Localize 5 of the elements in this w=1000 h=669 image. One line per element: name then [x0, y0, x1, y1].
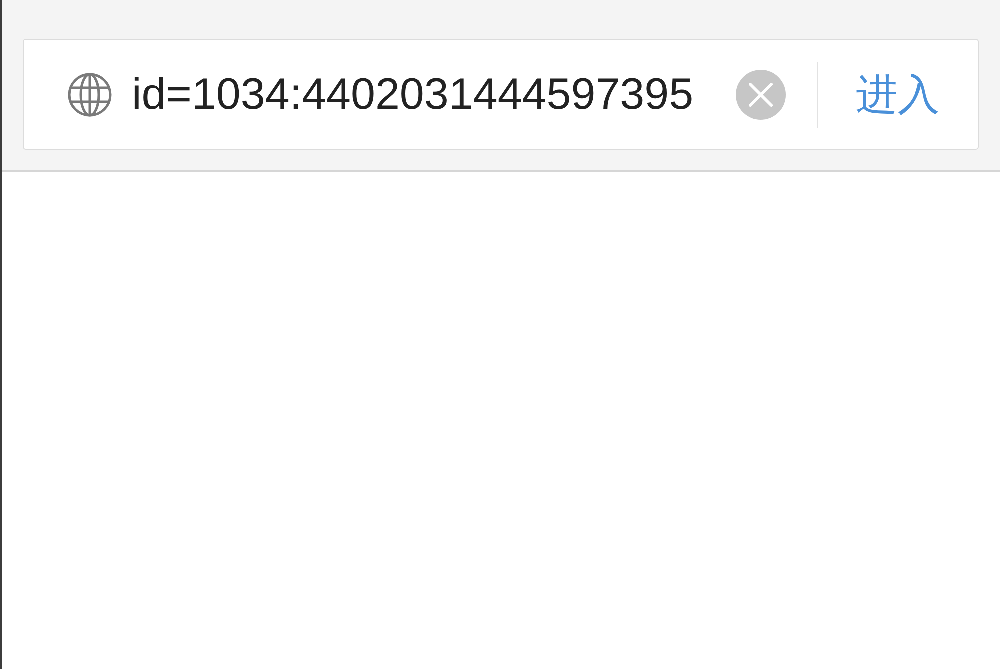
url-input[interactable]: id=1034:4402031444597395 [132, 64, 722, 124]
globe-icon [68, 72, 112, 116]
close-icon [749, 82, 773, 106]
clear-button[interactable] [736, 70, 786, 120]
address-field[interactable]: id=1034:4402031444597395 进入 [23, 39, 979, 150]
